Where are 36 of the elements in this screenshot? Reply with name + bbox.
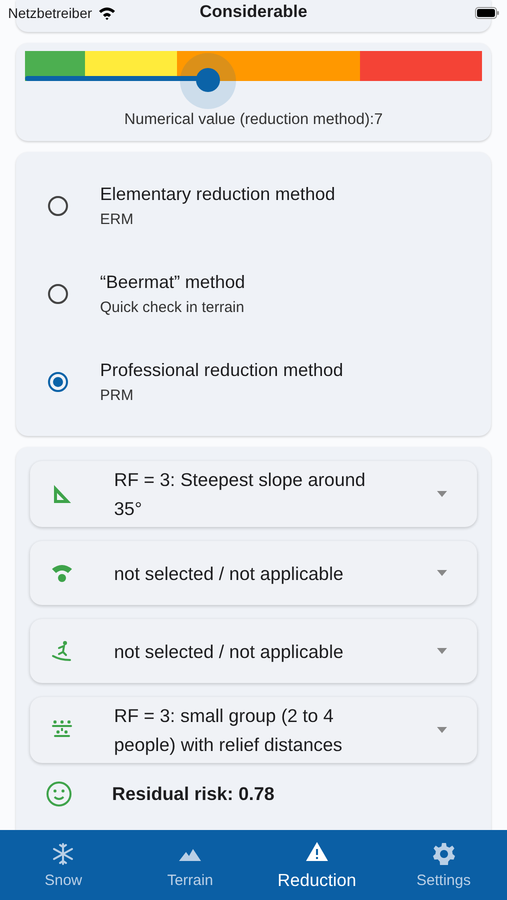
snowboarder-icon (50, 639, 74, 663)
factor-dropdown[interactable]: RF = 3: Steepest slope around 35° (30, 461, 477, 527)
smiley-icon (46, 781, 72, 807)
wifi-icon (98, 6, 116, 20)
factor-dropdown[interactable]: RF = 3: small group (2 to 4 people) with relief distances (30, 697, 477, 763)
nav-tab[interactable]: Snow (0, 830, 127, 900)
residual-risk-label: Residual risk: 0.78 (112, 783, 274, 805)
radio-button[interactable] (48, 196, 68, 216)
settings-icon (432, 842, 456, 866)
caret-icon (437, 570, 447, 576)
warning-icon (304, 840, 329, 864)
factor-dropdown[interactable]: not selected / not applicable (30, 619, 477, 683)
caret-icon (437, 491, 447, 497)
method-option[interactable]: Elementary reduction method ERM (16, 162, 491, 250)
method-subtitle: ERM (100, 211, 134, 228)
method-option[interactable]: “Beermat” method Quick check in terrain (16, 250, 491, 338)
nav-tab[interactable]: Terrain (126, 830, 254, 900)
caret-icon (437, 648, 447, 654)
method-subtitle: Quick check in terrain (100, 299, 246, 316)
nav-tab[interactable]: Reduction (254, 830, 380, 900)
method-subtitle: PRM (100, 387, 134, 404)
method-title: Elementary reduction method (100, 184, 336, 205)
danger-level-title: Considerable (200, 2, 308, 22)
method-option[interactable]: Professional reduction method PRM (16, 338, 491, 426)
factor-dropdown[interactable]: not selected / not applicable (30, 541, 477, 605)
nav-tab[interactable]: Settings (380, 830, 507, 900)
caret-icon (437, 727, 447, 733)
radio-button[interactable] (48, 372, 68, 392)
battery-icon (475, 7, 499, 19)
slider-caption: Numerical value (reduction method):7 (124, 111, 383, 129)
method-title: “Beermat” method (100, 272, 246, 293)
radio-button[interactable] (48, 284, 68, 304)
method-title: Professional reduction method (100, 360, 344, 381)
danger-slider[interactable] (25, 51, 482, 111)
snowflake-icon (51, 842, 76, 866)
carrier-name: Netzbetreiber (8, 5, 92, 21)
